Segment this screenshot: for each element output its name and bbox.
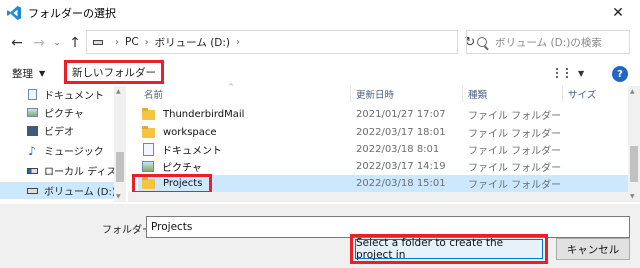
sidebar-item-documents[interactable]: ドキュメント [0,86,126,103]
horizontal-scrollbar[interactable] [128,192,628,202]
file-name: ピクチャ [162,163,202,174]
breadcrumb-separator: › [115,36,119,48]
scroll-down-icon[interactable]: ▼ [116,193,121,200]
file-type: ファイル フォルダー [468,163,562,174]
file-date: 2022/03/18 15:01 [356,178,446,189]
file-type: ファイル フォルダー [468,180,562,191]
sidebar-item-local-disk-c[interactable]: ローカル ディスク (C [0,162,126,179]
file-date: 2022/03/17 18:01 [356,127,446,138]
chevron-down-icon: ▼ [578,68,585,78]
sidebar-item-label: ボリューム (D:) [44,187,116,198]
picture-icon [142,161,154,172]
column-divider[interactable] [462,86,463,102]
highlight-annotation-box [132,174,212,194]
forward-arrow-icon[interactable]: → [28,32,50,54]
sidebar-item-videos[interactable]: ビデオ [0,122,126,139]
sidebar-item-pictures[interactable]: ピクチャ [0,104,126,121]
breadcrumb-volume-d[interactable]: ボリューム (D:) [155,35,230,50]
sidebar-item-label: ミュージック [44,147,104,158]
search-placeholder: ボリューム (D:)の検索 [495,36,602,49]
file-date: 2022/03/17 14:19 [356,161,446,172]
cancel-button[interactable]: キャンセル [556,238,630,260]
document-icon [143,143,154,156]
folder-icon [142,125,155,138]
command-bar: 整理 ▼ 新しいフォルダー ▼ ? [0,60,640,84]
title-bar: フォルダーの選択 ✕ [0,0,640,26]
column-header-type[interactable]: 種類 [468,86,487,102]
file-list-scrollbar[interactable]: ▲ ▼ [628,86,640,202]
up-arrow-icon[interactable]: ↑ [64,32,86,54]
file-name: ThunderbirdMail [163,109,245,120]
window-title: フォルダーの選択 [28,7,116,20]
select-folder-button-label: Select a folder to create the project in [355,237,543,261]
table-row[interactable]: ドキュメント 2022/03/18 8:01 ファイル フォルダー [138,141,628,158]
folder-name-value: Projects [151,221,193,233]
close-icon[interactable]: ✕ [596,0,640,26]
column-header-date[interactable]: 更新日時 [356,86,394,102]
organize-label: 整理 [12,67,33,80]
breadcrumb-separator: › [236,36,241,48]
back-arrow-icon[interactable]: ← [6,32,28,54]
select-folder-button[interactable]: Select a folder to create the project in [350,234,548,264]
sort-indicator-icon: ^ [228,83,234,91]
column-header-size[interactable]: サイズ [568,86,596,102]
organize-button[interactable]: 整理 ▼ [12,64,45,82]
new-folder-button[interactable]: 新しいフォルダー [64,60,164,84]
file-date: 2022/03/18 8:01 [356,144,440,155]
sidebar-scrollbar[interactable]: ▲ ▼ [114,86,126,202]
folder-icon [142,107,155,120]
scrollbar-thumb[interactable] [116,152,124,182]
navigation-pane: ドキュメント ピクチャ ビデオ ♪ ミュージック ローカル ディスク (C ボリ… [0,86,126,202]
chevron-down-icon: ▼ [39,68,46,78]
file-name: workspace [163,127,217,138]
table-row[interactable]: ThunderbirdMail 2021/01/27 17:07 ファイル フォ… [138,106,628,123]
drive-icon [93,39,103,45]
file-type: ファイル フォルダー [468,111,562,122]
music-icon: ♪ [28,143,36,158]
column-header-name[interactable]: 名前 [144,86,163,102]
help-icon[interactable]: ? [612,66,628,82]
scroll-up-icon[interactable]: ▲ [630,88,635,95]
picture-icon [26,107,38,119]
sidebar-item-volume-d[interactable]: ボリューム (D:) [0,182,126,199]
vscode-app-icon [7,6,21,20]
search-input[interactable]: ボリューム (D:)の検索 [466,30,630,54]
sidebar-item-label: ドキュメント [44,91,104,102]
sidebar-item-label: ピクチャ [44,109,84,120]
scroll-up-icon[interactable]: ▲ [116,88,121,95]
sidebar-item-label: ビデオ [44,127,74,138]
column-divider[interactable] [350,86,351,102]
file-type: ファイル フォルダー [468,129,562,140]
disk-icon [26,165,38,177]
scroll-down-icon[interactable]: ▼ [630,193,635,200]
file-date: 2021/01/27 17:07 [356,109,446,120]
file-type: ファイル フォルダー [468,146,562,157]
video-icon [26,125,38,137]
address-bar: ← → ⌄ ↑ › PC › ボリューム (D:) › ↻ ボリューム (D:)… [0,28,640,58]
table-row[interactable]: ピクチャ 2022/03/17 14:19 ファイル フォルダー [138,158,628,175]
document-icon [26,89,38,101]
scrollbar-thumb[interactable] [630,146,638,182]
view-options-button[interactable]: ▼ [556,66,592,80]
dialog-footer: フォルダー: Projects Select a folder to creat… [0,204,640,268]
view-grid-icon [556,68,568,78]
disk-icon [26,185,38,197]
address-path-box[interactable]: › PC › ボリューム (D:) › ↻ [86,30,475,54]
file-name: ドキュメント [162,146,222,157]
breadcrumb-separator: › [144,36,149,48]
search-icon [477,37,487,47]
sidebar-item-music[interactable]: ♪ ミュージック [0,142,126,159]
column-divider[interactable] [562,86,563,102]
new-folder-label: 新しいフォルダー [72,66,156,79]
recent-locations-chevron-icon[interactable]: ⌄ [50,32,64,54]
table-row[interactable]: workspace 2022/03/17 18:01 ファイル フォルダー [138,124,628,141]
breadcrumb-pc[interactable]: PC [125,36,139,48]
